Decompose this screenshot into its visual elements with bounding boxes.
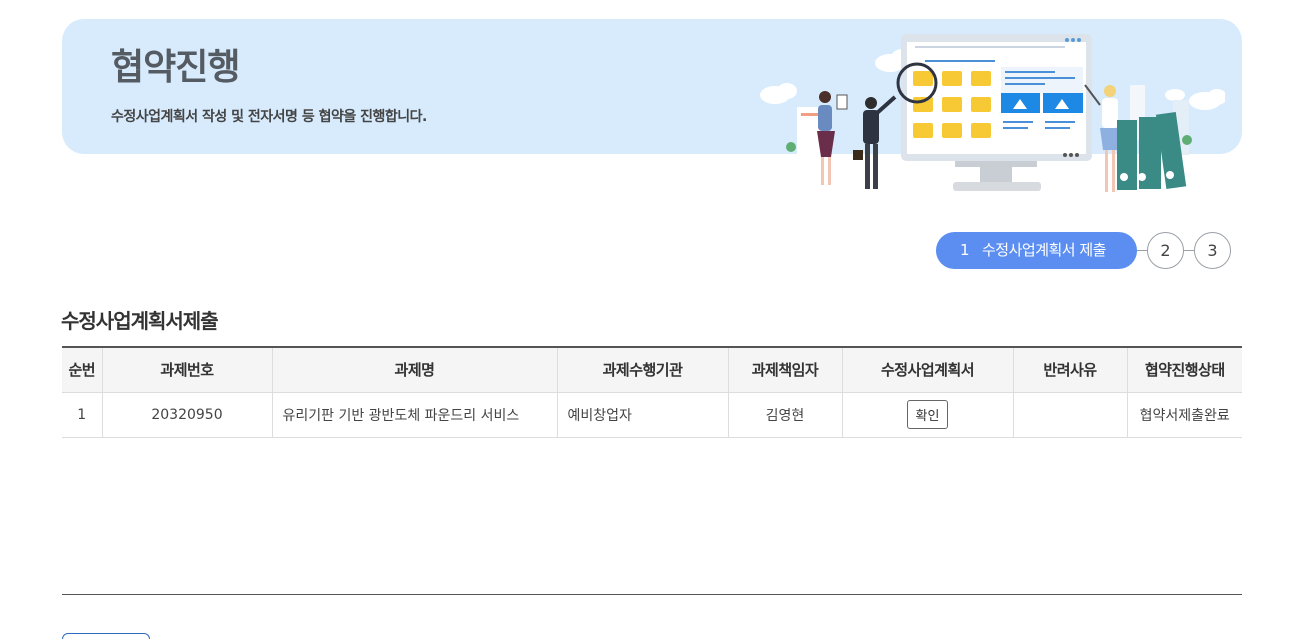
plan-submission-table: 순번 과제번호 과제명 과제수행기관 과제책임자 수정사업계획서 반려사유 협약… (62, 346, 1242, 438)
column-header: 수정사업계획서 (841, 347, 1013, 393)
cell-reject-reason (1012, 392, 1127, 438)
column-header: 과제책임자 (727, 347, 842, 393)
step-1-number: 1 (960, 241, 970, 259)
step-connector (1184, 250, 1194, 251)
column-header: 협약진행상태 (1126, 347, 1242, 393)
page-description: 수정사업계획서 작성 및 전자서명 등 협약을 진행합니다. (111, 109, 427, 125)
cell-manager: 김영현 (727, 392, 842, 438)
cell-plan: 확인 (841, 392, 1013, 438)
step-1-label: 수정사업계획서 제출 (982, 241, 1106, 259)
cell-status: 협약서제출완료 (1126, 392, 1242, 438)
column-header: 과제명 (271, 347, 557, 393)
bottom-action-button[interactable] (62, 633, 150, 639)
cell-task-number: 20320950 (101, 392, 272, 438)
page-title: 협약진행 (111, 47, 240, 88)
confirm-plan-button[interactable]: 확인 (906, 400, 949, 429)
section-title: 수정사업계획서제출 (61, 309, 219, 333)
column-header: 순번 (62, 347, 102, 393)
step-3: 3 (1194, 232, 1231, 269)
step-2: 2 (1147, 232, 1184, 269)
step-connector (1137, 250, 1147, 251)
banner-illustration (760, 34, 1225, 192)
column-header: 과제수행기관 (556, 347, 728, 393)
column-header: 과제번호 (101, 347, 272, 393)
cell-no: 1 (62, 392, 102, 438)
table-row: 1 20320950 유리기판 기반 광반도체 파운드리 서비스 예비창업자 김… (62, 392, 1242, 438)
column-header: 반려사유 (1012, 347, 1127, 393)
step-1-active: 1 수정사업계획서 제출 (936, 232, 1137, 269)
cell-org: 예비창업자 (556, 392, 728, 438)
table-header-row: 순번 과제번호 과제명 과제수행기관 과제책임자 수정사업계획서 반려사유 협약… (62, 347, 1242, 393)
cell-task-name: 유리기판 기반 광반도체 파운드리 서비스 (271, 392, 557, 438)
bottom-divider (62, 594, 1242, 595)
